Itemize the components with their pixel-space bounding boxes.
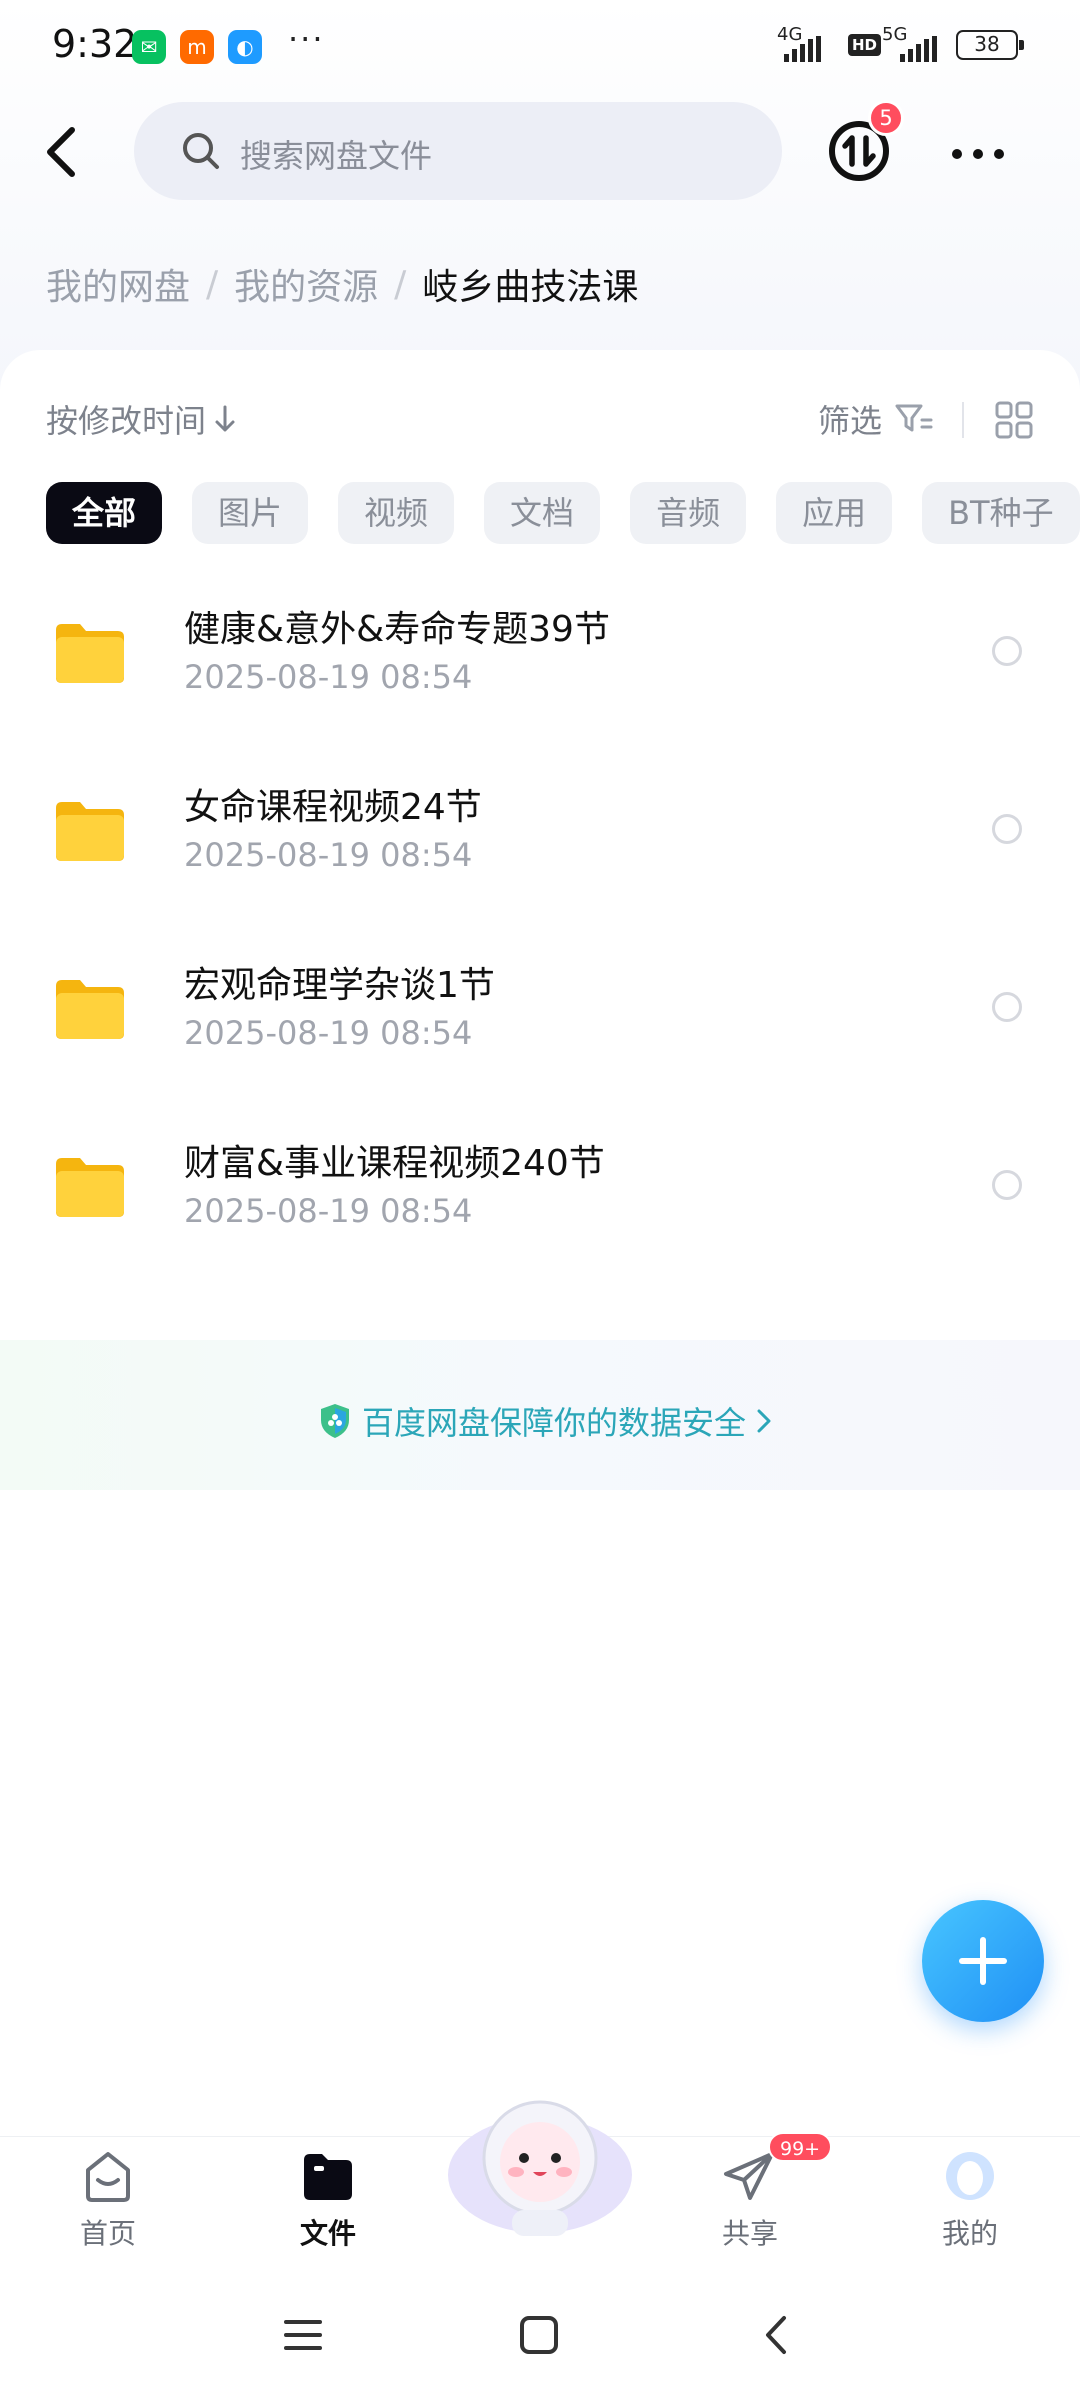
chip-audio[interactable]: 音频 bbox=[630, 482, 747, 544]
breadcrumb-item-my-disk[interactable]: 我的网盘 bbox=[46, 258, 190, 310]
signal-icon bbox=[900, 36, 937, 62]
breadcrumb-item-current: 岐乡曲技法课 bbox=[422, 267, 639, 308]
file-name: 健康&意外&寿命专题39节 bbox=[184, 609, 610, 650]
chip-documents[interactable]: 文档 bbox=[484, 482, 601, 544]
nav-mine[interactable]: 我的 bbox=[910, 2148, 1030, 2252]
file-row[interactable]: 财富&事业课程视频240节 2025-08-19 08:54 bbox=[0, 1116, 1080, 1294]
home-icon bbox=[86, 2152, 130, 2202]
back-system-button[interactable] bbox=[752, 2310, 802, 2360]
chip-all[interactable]: 全部 bbox=[46, 482, 163, 544]
plus-icon bbox=[959, 1937, 1007, 1985]
more-icon bbox=[952, 149, 962, 159]
grid-view-button[interactable] bbox=[994, 400, 1034, 440]
breadcrumb-separator: / bbox=[206, 263, 219, 305]
recent-apps-button[interactable] bbox=[278, 2310, 328, 2360]
grid-view-icon bbox=[995, 401, 1033, 439]
nav-mine-label: 我的 bbox=[941, 2217, 998, 2250]
breadcrumb-separator: / bbox=[394, 263, 407, 305]
security-link[interactable]: 百度网盘保障你的数据安全 bbox=[318, 1398, 772, 1444]
nav-files-label: 文件 bbox=[299, 2217, 356, 2250]
file-date: 2025-08-19 08:54 bbox=[184, 836, 473, 874]
breadcrumb: 我的网盘 / 我的资源 / 岐乡曲技法课 bbox=[46, 258, 638, 310]
status-bar: 9:32 ✉ m ◐ ··· 4G HD 5G 38 bbox=[0, 0, 1080, 92]
file-name: 宏观命理学杂谈1节 bbox=[184, 965, 495, 1006]
search-icon bbox=[183, 133, 219, 169]
signal-icon bbox=[784, 36, 821, 62]
chip-images[interactable]: 图片 bbox=[192, 482, 309, 544]
mascot-icon[interactable] bbox=[440, 2080, 640, 2240]
security-text: 百度网盘保障你的数据安全 bbox=[362, 1404, 747, 1442]
select-checkbox[interactable] bbox=[992, 992, 1022, 1022]
file-row[interactable]: 女命课程视频24节 2025-08-19 08:54 bbox=[0, 760, 1080, 938]
more-icon-dot bbox=[994, 149, 1004, 159]
search-input[interactable]: 搜索网盘文件 bbox=[134, 102, 782, 200]
files-icon bbox=[304, 2154, 352, 2200]
mi-icon: m bbox=[180, 30, 214, 64]
nav-share-label: 共享 bbox=[721, 2217, 778, 2250]
transfer-badge: 5 bbox=[868, 100, 904, 136]
select-checkbox[interactable] bbox=[992, 814, 1022, 844]
select-checkbox[interactable] bbox=[992, 1170, 1022, 1200]
file-row[interactable]: 健康&意外&寿命专题39节 2025-08-19 08:54 bbox=[0, 582, 1080, 760]
status-time: 9:32 bbox=[52, 22, 138, 66]
sort-arrow-icon bbox=[215, 405, 235, 432]
filter-button[interactable]: 筛选 bbox=[818, 396, 934, 442]
back-nav-icon bbox=[766, 2316, 786, 2354]
file-date: 2025-08-19 08:54 bbox=[184, 658, 473, 696]
add-button[interactable] bbox=[922, 1900, 1044, 2022]
shield-icon bbox=[321, 1404, 349, 1438]
file-name: 财富&事业课程视频240节 bbox=[184, 1143, 605, 1184]
folder-icon bbox=[56, 1158, 124, 1217]
nav-home[interactable]: 首页 bbox=[48, 2148, 168, 2252]
sort-button[interactable]: 按修改时间 bbox=[46, 396, 236, 442]
nav-home-label: 首页 bbox=[79, 2217, 136, 2250]
folder-icon bbox=[56, 624, 124, 683]
chip-apps[interactable]: 应用 bbox=[776, 482, 893, 544]
category-chips: 全部 图片 视频 文档 音频 应用 BT种子 bbox=[46, 482, 1080, 544]
back-button[interactable] bbox=[34, 120, 90, 184]
file-row[interactable]: 宏观命理学杂谈1节 2025-08-19 08:54 bbox=[0, 938, 1080, 1116]
toolbar-divider bbox=[962, 402, 964, 438]
filter-icon bbox=[895, 404, 933, 432]
file-name: 女命课程视频24节 bbox=[184, 787, 482, 828]
more-icon-dot bbox=[973, 149, 983, 159]
search-placeholder: 搜索网盘文件 bbox=[240, 137, 433, 175]
back-icon bbox=[47, 127, 75, 177]
app-icon: ◐ bbox=[228, 30, 262, 64]
menu-icon bbox=[284, 2320, 322, 2350]
filter-label: 筛选 bbox=[818, 402, 883, 440]
mine-icon bbox=[946, 2152, 994, 2200]
wechat-icon: ✉ bbox=[132, 30, 166, 64]
battery-icon: 38 bbox=[956, 30, 1024, 60]
chip-videos[interactable]: 视频 bbox=[338, 482, 455, 544]
notification-more-icon: ··· bbox=[288, 20, 325, 58]
sort-label: 按修改时间 bbox=[46, 402, 207, 440]
chip-bt[interactable]: BT种子 bbox=[922, 482, 1080, 544]
share-badge: 99+ bbox=[768, 2132, 833, 2162]
file-date: 2025-08-19 08:54 bbox=[184, 1014, 473, 1052]
home-system-button[interactable] bbox=[514, 2310, 564, 2360]
chevron-right-icon bbox=[757, 1409, 771, 1433]
nav-files[interactable]: 文件 bbox=[268, 2148, 388, 2252]
breadcrumb-item-my-resources[interactable]: 我的资源 bbox=[234, 258, 378, 310]
more-button[interactable] bbox=[948, 128, 1008, 176]
folder-icon bbox=[56, 980, 124, 1039]
hd-badge: HD bbox=[848, 34, 882, 56]
home-square-icon bbox=[520, 2316, 558, 2354]
select-checkbox[interactable] bbox=[992, 636, 1022, 666]
file-date: 2025-08-19 08:54 bbox=[184, 1192, 473, 1230]
folder-icon bbox=[56, 802, 124, 861]
